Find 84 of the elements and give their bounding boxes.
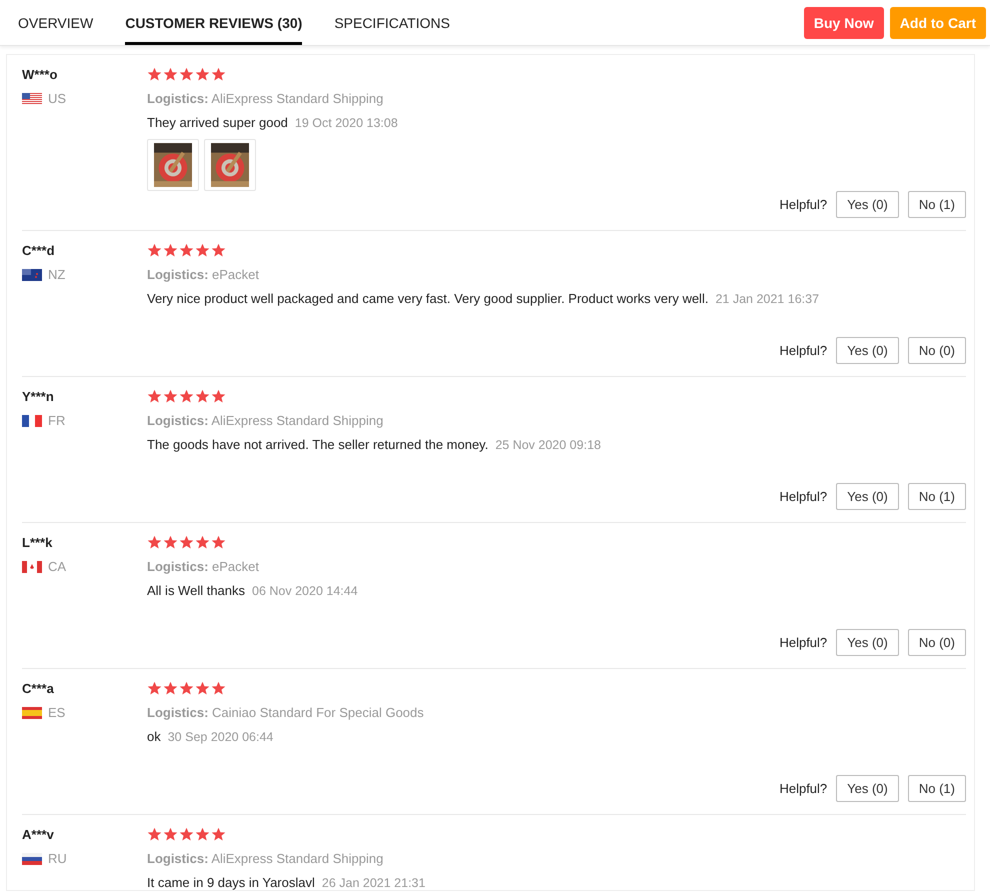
star-icon bbox=[147, 243, 162, 258]
yes-button[interactable]: Yes (0) bbox=[836, 483, 899, 510]
country-code: FR bbox=[48, 413, 66, 428]
star-icon bbox=[179, 535, 194, 550]
reviewer-name: C***d bbox=[22, 243, 56, 258]
review-date: 21 Jan 2021 16:37 bbox=[715, 292, 820, 306]
country-code: CA bbox=[48, 559, 66, 574]
logistics-info: Logistics: AliExpress Standard Shipping bbox=[147, 91, 384, 106]
no-button[interactable]: No (1) bbox=[908, 775, 966, 802]
helpful-label: Helpful? bbox=[779, 635, 828, 650]
star-icon bbox=[179, 389, 194, 404]
flag-icon bbox=[22, 414, 42, 426]
flag-icon bbox=[22, 268, 42, 280]
flag-icon bbox=[22, 560, 42, 572]
star-icon bbox=[195, 67, 210, 82]
logistics-info: Logistics: AliExpress Standard Shipping bbox=[147, 413, 384, 428]
star-icon bbox=[163, 681, 178, 696]
reviewer-name: W***o bbox=[22, 67, 58, 82]
no-button[interactable]: No (0) bbox=[908, 629, 966, 656]
star-icon bbox=[211, 389, 226, 404]
country-code: RU bbox=[48, 851, 67, 866]
star-icon bbox=[211, 67, 226, 82]
helpful-label: Helpful? bbox=[779, 343, 828, 358]
tab[interactable]: OVERVIEW bbox=[18, 0, 94, 45]
star-icon bbox=[163, 535, 178, 550]
star-icon bbox=[147, 67, 162, 82]
star-icon bbox=[195, 681, 210, 696]
review-date: 06 Nov 2020 14:44 bbox=[252, 584, 358, 598]
star-icon bbox=[179, 243, 194, 258]
review-date: 25 Nov 2020 09:18 bbox=[495, 438, 601, 452]
review-text: It came in 9 days in Yaroslavl bbox=[147, 875, 315, 890]
logistics-info: Logistics: ePacket bbox=[147, 559, 260, 574]
helpful-label: Helpful? bbox=[779, 781, 828, 796]
yes-button[interactable]: Yes (0) bbox=[836, 337, 899, 364]
star-icon bbox=[195, 535, 210, 550]
star-icon bbox=[211, 243, 226, 258]
reviewer-name: C***a bbox=[22, 681, 55, 696]
yes-button[interactable]: Yes (0) bbox=[836, 775, 899, 802]
star-icon bbox=[211, 681, 226, 696]
flag-icon bbox=[22, 92, 42, 104]
star-icon bbox=[211, 535, 226, 550]
star-icon bbox=[163, 243, 178, 258]
country-code: US bbox=[48, 91, 66, 106]
star-icon bbox=[179, 67, 194, 82]
star-icon bbox=[179, 681, 194, 696]
no-button[interactable]: No (0) bbox=[908, 337, 966, 364]
reviewer-name: L***k bbox=[22, 535, 54, 550]
reviewer-name: A***v bbox=[22, 827, 55, 842]
review-text: ok bbox=[147, 729, 161, 744]
flag-icon bbox=[22, 706, 42, 718]
flag-icon bbox=[22, 852, 42, 864]
helpful-label: Helpful? bbox=[779, 197, 828, 212]
logistics-info: Logistics: AliExpress Standard Shipping bbox=[147, 851, 384, 866]
review-text: All is Well thanks bbox=[147, 583, 246, 598]
yes-button[interactable]: Yes (0) bbox=[836, 629, 899, 656]
tab[interactable]: SPECIFICATIONS bbox=[334, 0, 450, 45]
review-text: Very nice product well packaged and came very fast. Very good supplier. Product works very well. bbox=[147, 291, 708, 306]
review-date: 30 Sep 2020 06:44 bbox=[168, 730, 274, 744]
country-code: NZ bbox=[48, 267, 66, 282]
star-icon bbox=[195, 389, 210, 404]
review-text: The goods have not arrived. The seller returned the money. bbox=[147, 437, 488, 452]
review-text: They arrived super good bbox=[147, 115, 288, 130]
country-code: ES bbox=[48, 705, 66, 720]
review-date: 19 Oct 2020 13:08 bbox=[294, 116, 398, 130]
logistics-info: Logistics: ePacket bbox=[147, 267, 260, 282]
tab[interactable]: CUSTOMER REVIEWS (30) bbox=[125, 0, 302, 45]
no-button[interactable]: No (1) bbox=[908, 191, 966, 218]
star-icon bbox=[147, 681, 162, 696]
star-icon bbox=[179, 827, 194, 842]
no-button[interactable]: No (1) bbox=[908, 483, 966, 510]
star-icon bbox=[195, 827, 210, 842]
helpful-label: Helpful? bbox=[779, 489, 828, 504]
logistics-info: Logistics: Cainiao Standard For Special Goods bbox=[147, 705, 425, 720]
star-icon bbox=[195, 243, 210, 258]
star-icon bbox=[163, 827, 178, 842]
star-icon bbox=[147, 535, 162, 550]
reviewer-name: Y***n bbox=[22, 389, 55, 404]
star-icon bbox=[211, 827, 226, 842]
star-icon bbox=[163, 67, 178, 82]
yes-button[interactable]: Yes (0) bbox=[836, 191, 899, 218]
star-icon bbox=[147, 389, 162, 404]
star-icon bbox=[163, 389, 178, 404]
review-date: 26 Jan 2021 21:31 bbox=[322, 876, 426, 890]
star-icon bbox=[147, 827, 162, 842]
